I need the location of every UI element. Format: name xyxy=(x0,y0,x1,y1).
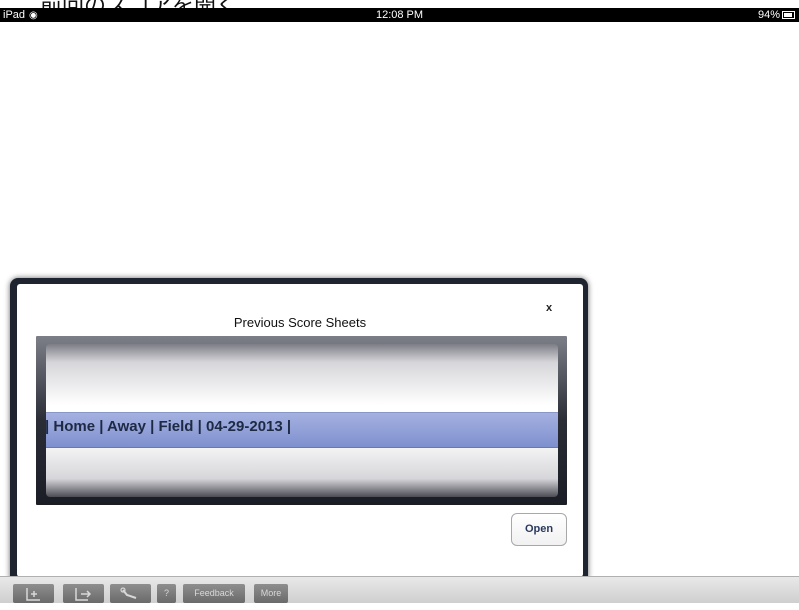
top-banner: 前回のスコアを開く xyxy=(0,0,799,8)
picker-wheel[interactable]: | Home | Away | Field | 04-29-2013 | xyxy=(46,344,558,497)
bottom-toolbar: ? Feedback More xyxy=(0,576,799,603)
close-button[interactable]: x xyxy=(542,302,556,314)
more-button[interactable]: More xyxy=(254,584,288,603)
clock: 12:08 PM xyxy=(375,9,424,21)
status-bar: iPad ◉ 12:08 PM 94% xyxy=(0,8,799,22)
feedback-button[interactable]: Feedback xyxy=(183,584,245,603)
new-sheet-button[interactable] xyxy=(13,584,54,603)
add-document-icon xyxy=(26,588,40,601)
export-button[interactable] xyxy=(63,584,104,603)
battery-percent: 94% xyxy=(757,9,780,21)
export-icon xyxy=(75,588,92,601)
battery-icon xyxy=(782,11,795,20)
previous-score-sheets-dialog: Previous Score Sheets x | Home | Away | … xyxy=(17,284,583,577)
picker-selected-row[interactable]: | Home | Away | Field | 04-29-2013 | xyxy=(46,418,291,435)
open-button[interactable]: Open xyxy=(511,513,567,546)
dialog-title: Previous Score Sheets xyxy=(233,315,367,330)
help-button[interactable]: ? xyxy=(157,584,176,603)
score-sheet-picker[interactable]: | Home | Away | Field | 04-29-2013 | xyxy=(36,336,567,505)
settings-button[interactable] xyxy=(110,584,151,603)
wrench-icon xyxy=(120,587,137,599)
